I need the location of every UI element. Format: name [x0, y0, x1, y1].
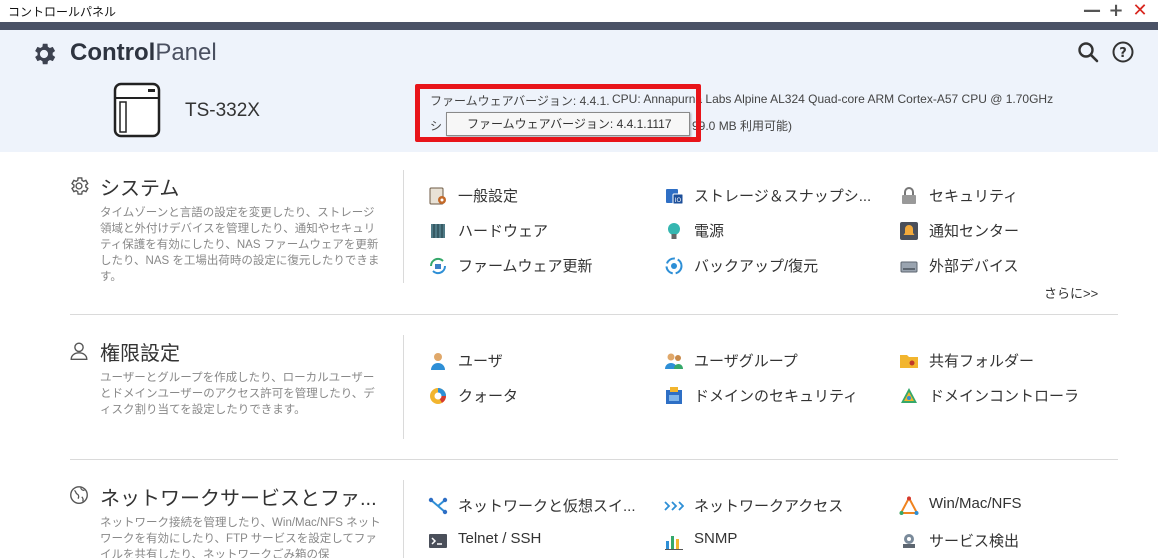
minimize-button[interactable]: — — [1082, 1, 1102, 21]
maximize-button[interactable]: + — [1106, 1, 1126, 21]
help-icon[interactable]: ? — [1111, 40, 1135, 64]
section-desc-system: タイムゾーンと言語の設定を変更したり、ストレージ領域と外付けデバイスを管理したり… — [100, 207, 380, 283]
more-link[interactable]: さらに>> — [1044, 283, 1098, 302]
top-band — [0, 22, 1158, 30]
window-title: コントロールパネル — [8, 5, 117, 19]
hardware-icon — [431, 224, 445, 238]
lock-icon — [902, 187, 916, 204]
window-titlebar: コントロールパネル — + ✕ — [0, 0, 1158, 22]
win-mac-nfs-icon — [899, 496, 919, 515]
section-desc-network: ネットワーク接続を管理したり、Win/Mac/NFS ネットワークを有効にしたり… — [100, 517, 381, 558]
gear-icon — [35, 43, 56, 65]
service-discovery-icon — [903, 534, 915, 548]
nas-device-icon — [113, 82, 161, 138]
network-access-icon — [664, 501, 684, 511]
section-divider — [70, 314, 1118, 315]
domain-controller-icon — [901, 388, 917, 403]
settings-gear-icon — [71, 177, 89, 195]
section-title-privilege: 権限設定 — [100, 343, 180, 365]
section-title-system: システム — [100, 178, 180, 200]
highlight-box — [415, 84, 701, 142]
folder-icon — [900, 355, 918, 368]
power-bulb-icon — [668, 223, 680, 239]
vertical-divider — [403, 480, 404, 558]
section-divider — [70, 459, 1118, 460]
memory-info: 99.0 MB 利用可能) — [692, 119, 793, 133]
vertical-divider — [403, 170, 404, 283]
search-icon[interactable] — [1076, 40, 1100, 64]
svg-text:IO: IO — [675, 197, 682, 204]
section-title-network: ネットワークサービスとファ... — [100, 488, 377, 510]
notification-icon — [900, 222, 918, 240]
firmware-update-icon — [429, 257, 447, 275]
domain-security-icon — [666, 387, 682, 404]
app-title: ControlPanel — [70, 39, 217, 66]
header: ControlPanel ? TS-332X ファームウェアバージョン: 4.4… — [0, 30, 1158, 152]
svg-text:?: ? — [1119, 46, 1127, 61]
external-device-icon — [900, 261, 918, 273]
globe-icon — [70, 486, 88, 504]
section-desc-privilege: ユーザーとグループを作成したり、ローカルユーザーとドメインユーザーのアクセス許可… — [100, 372, 375, 416]
storage-icon: IO — [666, 189, 684, 205]
general-settings-icon — [429, 187, 446, 205]
close-button[interactable]: ✕ — [1130, 1, 1150, 21]
user-group-icon — [665, 353, 683, 369]
snmp-chart-icon — [665, 536, 683, 550]
quota-pie-icon — [430, 388, 446, 404]
vertical-divider — [403, 335, 404, 439]
network-switch-icon — [428, 497, 448, 515]
device-model: TS-332X — [185, 100, 260, 121]
users-icon — [431, 353, 445, 370]
user-icon — [70, 342, 88, 360]
terminal-icon — [429, 534, 447, 548]
backup-icon — [665, 257, 683, 275]
